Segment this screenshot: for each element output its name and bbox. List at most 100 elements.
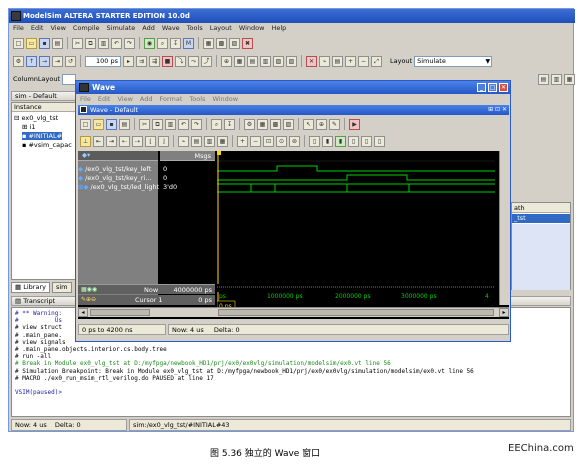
watch-icon[interactable]: ▨ (229, 37, 240, 49)
delete-icon[interactable]: ✕ (306, 55, 317, 67)
close-button[interactable]: ✕ (499, 83, 508, 92)
display-option-icon-6[interactable]: ▯ (374, 135, 385, 147)
wave-break-icon[interactable]: ▶ (349, 118, 360, 130)
insert-cursor-icon[interactable]: ⊥ (80, 135, 91, 147)
arrow-right-icon[interactable]: → (39, 55, 50, 67)
wave-group-icon[interactable]: ▦ (217, 135, 228, 147)
menu-layout[interactable]: Layout (210, 23, 232, 34)
restart-icon[interactable]: ↺ (65, 55, 76, 67)
instance-column-header[interactable]: Instance (12, 103, 78, 112)
layout-icon-1[interactable]: ▤ (247, 55, 258, 67)
wave-add-icon[interactable]: ⌁ (319, 55, 330, 67)
wave-default-subtitle-bar[interactable]: Wave - Default ⊞ ⊡ ✕ (78, 105, 509, 115)
next-transition-icon[interactable]: ⇢ (132, 135, 143, 147)
menu-edit[interactable]: Edit (31, 23, 44, 34)
redo-icon[interactable]: ↷ (124, 37, 135, 49)
step-into-icon[interactable]: ⤵ (175, 55, 186, 67)
tree-item-ex0-vlg-tst[interactable]: ⊟ ex0_vlg_tst (14, 114, 58, 122)
print-icon[interactable]: ▤ (52, 37, 63, 49)
wave-zoom-full-icon[interactable]: ⊡ (263, 135, 274, 147)
main-title-bar[interactable]: ModelSim ALTERA STARTER EDITION 10.0d (9, 9, 575, 23)
wave-menu-add[interactable]: Add (140, 94, 153, 105)
tree-item-vsim-capacity[interactable]: ▪ #vsim_capac (22, 141, 72, 149)
step-icon[interactable]: ⇥ (52, 55, 63, 67)
wave-menu-tools[interactable]: Tools (189, 94, 205, 105)
run-length-input[interactable]: 100 ps (85, 55, 121, 67)
wave-redo-icon[interactable]: ↷ (191, 118, 202, 130)
pane-controls-icon[interactable]: ⊞ ⊡ ✕ (488, 105, 507, 115)
menu-help[interactable]: Help (271, 23, 286, 34)
layout-icon-3[interactable]: ▧ (273, 55, 284, 67)
stop-icon[interactable]: ■ (162, 55, 173, 67)
menu-tools[interactable]: Tools (187, 23, 203, 34)
display-option-icon-4[interactable]: ▯ (348, 135, 359, 147)
run-all-icon[interactable]: ⇶ (149, 55, 160, 67)
wave-list-icon[interactable]: ▨ (283, 118, 294, 130)
find-icon[interactable]: ⌕ (157, 37, 168, 49)
wave-menu-file[interactable]: File (80, 94, 91, 105)
signal-row-key-left[interactable]: ◆ /ex0_vlg_tst/key_left (78, 165, 158, 174)
menu-simulate[interactable]: Simulate (107, 23, 136, 34)
wave-find-next-icon[interactable]: ↧ (224, 118, 235, 130)
wave-cut-icon[interactable]: ✂ (139, 118, 150, 130)
zoom-full-icon[interactable]: ⤢ (371, 55, 382, 67)
scroll-thumb-waves[interactable] (218, 309, 494, 316)
find-next-icon[interactable]: ↧ (170, 37, 181, 49)
signal-row-led-light[interactable]: ⊞◆ /ex0_vlg_tst/led_light (78, 183, 159, 192)
select-mode-icon[interactable]: ↖ (303, 118, 314, 130)
wave-add-signal-icon[interactable]: ⌁ (178, 135, 189, 147)
display-option-icon-2[interactable]: ▮ (322, 135, 333, 147)
tree-item-i1[interactable]: ⊞ i1 (22, 123, 35, 131)
wave-menu-edit[interactable]: Edit (98, 94, 111, 105)
edge-left-icon[interactable]: ⌊ (145, 135, 156, 147)
wave-undo-icon[interactable]: ↶ (178, 118, 189, 130)
paste-icon[interactable]: ▥ (98, 37, 109, 49)
prev-transition-icon[interactable]: ⇠ (119, 135, 130, 147)
layout-icon-4[interactable]: ▨ (286, 55, 297, 67)
right-panel-column-header[interactable]: ath (512, 203, 570, 213)
menu-compile[interactable]: Compile (73, 23, 100, 34)
cursor-icons[interactable]: ✎⊕⊖ (81, 296, 96, 303)
wave-open-icon[interactable]: ▭ (93, 118, 104, 130)
right-panel-row[interactable]: _tst (512, 214, 570, 223)
wave-new-icon[interactable]: □ (80, 118, 91, 130)
wave-zoom-last-icon[interactable]: ⊚ (289, 135, 300, 147)
zoom-tool-icon[interactable]: ⊕ (221, 55, 232, 67)
column-tool-icon-1[interactable]: ▤ (538, 73, 549, 85)
wave-vertical-scrollbar[interactable] (499, 151, 509, 305)
next-edge-icon[interactable]: ⇥ (106, 135, 117, 147)
layout-select[interactable]: Simulate ▼ (414, 55, 493, 67)
wave-menu-view[interactable]: View (117, 94, 132, 105)
display-option-icon-1[interactable]: ▯ (309, 135, 320, 147)
menu-add[interactable]: Add (142, 23, 155, 34)
msgs-header[interactable]: Msgs (160, 151, 215, 161)
wave-title-bar[interactable]: Wave _ □ ✕ (76, 81, 510, 94)
zoom-in-icon[interactable]: + (345, 55, 356, 67)
library-icon[interactable]: ▦ (203, 37, 214, 49)
cut-icon[interactable]: ✂ (72, 37, 83, 49)
scroll-left-icon[interactable]: ◂ (78, 308, 88, 317)
column-tool-icon-2[interactable]: ▥ (551, 73, 562, 85)
wave-run-icon[interactable]: ⚙ (244, 118, 255, 130)
menu-file[interactable]: File (13, 23, 24, 34)
display-option-icon-5[interactable]: ▯ (361, 135, 372, 147)
step-out-icon[interactable]: ⤴ (201, 55, 212, 67)
run-icon[interactable]: ▸ (123, 55, 134, 67)
wave-combine-icon[interactable]: ▥ (204, 135, 215, 147)
wave-zoom-in-icon[interactable]: + (237, 135, 248, 147)
menu-window[interactable]: Window (239, 23, 265, 34)
wave-horizontal-scrollbar[interactable]: ◂ ▸ (78, 307, 509, 317)
menu-wave[interactable]: Wave (162, 23, 180, 34)
signal-row-key-right[interactable]: ◆ /ex0_vlg_tst/key_ri... (78, 174, 158, 183)
format-icon[interactable]: ▤ (332, 55, 343, 67)
tab-library[interactable]: ▦ Library (11, 282, 50, 293)
now-icons[interactable]: ▦◉◉ (81, 286, 97, 293)
zoom-mode-icon[interactable]: ⊕ (316, 118, 327, 130)
dataflow-icon[interactable]: ▩ (216, 37, 227, 49)
wave-zoom-cursor-icon[interactable]: ⊙ (276, 135, 287, 147)
zoom-out-icon[interactable]: − (358, 55, 369, 67)
grid-icon[interactable]: ▦ (234, 55, 245, 67)
break-icon[interactable]: ✖ (242, 37, 253, 49)
column-layout-select[interactable] (62, 73, 76, 85)
memory-icon[interactable]: M (183, 37, 194, 49)
